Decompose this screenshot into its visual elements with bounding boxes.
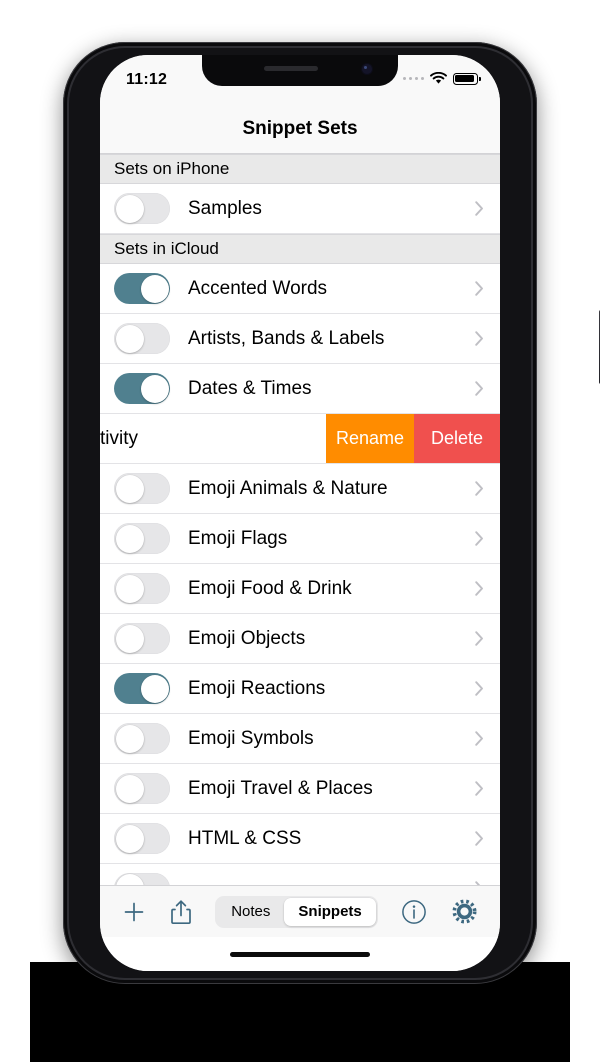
table-row[interactable]: Emoji Symbols: [100, 714, 500, 764]
bottom-toolbar: Notes Snippets: [100, 885, 500, 937]
info-button[interactable]: [401, 899, 427, 925]
section-header: Sets on iPhone: [100, 154, 500, 184]
table-row[interactable]: tivity Rename Delete: [100, 414, 500, 464]
toggle-knob: [140, 274, 169, 303]
toggle-knob: [115, 774, 144, 803]
status-bar-clock: 11:12: [126, 71, 168, 88]
add-button[interactable]: [122, 900, 146, 924]
enable-set-toggle[interactable]: [114, 823, 170, 854]
plus-icon: [124, 902, 144, 921]
toggle-knob: [140, 674, 169, 703]
battery-icon: [453, 72, 481, 85]
toggle-knob: [140, 374, 169, 403]
enable-set-toggle[interactable]: [114, 273, 170, 304]
table-row[interactable]: Dates & Times: [100, 364, 500, 414]
set-name-label: Emoji Symbols: [188, 727, 314, 749]
toggle-knob: [115, 574, 144, 603]
section-header: Sets in iCloud: [100, 234, 500, 264]
chevron-right-icon: [475, 531, 484, 546]
gear-icon: [452, 899, 477, 924]
toggle-knob: [115, 724, 144, 753]
enable-set-toggle[interactable]: [114, 623, 170, 654]
delete-button[interactable]: Delete: [414, 414, 500, 463]
toggle-knob: [115, 624, 144, 653]
enable-set-toggle[interactable]: [114, 573, 170, 604]
swipe-actions: Rename Delete: [326, 414, 500, 463]
enable-set-toggle[interactable]: [114, 872, 170, 885]
table-row[interactable]: Artists, Bands & Labels: [100, 314, 500, 364]
view-mode-segmented-control[interactable]: Notes Snippets: [215, 895, 378, 928]
segment-notes[interactable]: Notes: [217, 898, 284, 926]
enable-set-toggle[interactable]: [114, 773, 170, 804]
enable-set-toggle[interactable]: [114, 323, 170, 354]
set-name-label: Samples: [188, 197, 262, 219]
table-row[interactable]: [100, 864, 500, 885]
info-circle-icon: [402, 899, 427, 924]
home-indicator[interactable]: [230, 951, 370, 957]
chevron-right-icon: [475, 681, 484, 696]
chevron-right-icon: [475, 781, 484, 796]
snippet-sets-list[interactable]: Sets on iPhone Samples Sets in iCloud Accen…: [100, 154, 500, 885]
chevron-right-icon: [475, 481, 484, 496]
enable-set-toggle[interactable]: [114, 473, 170, 504]
set-name-label: Artists, Bands & Labels: [188, 327, 385, 349]
set-name-label: Emoji Travel & Places: [188, 777, 373, 799]
chevron-right-icon: [475, 631, 484, 646]
set-name-label: Dates & Times: [188, 377, 312, 399]
table-row[interactable]: Emoji Objects: [100, 614, 500, 664]
share-icon: [170, 899, 191, 924]
phone-screen: 11:12 Snippet Sets Sets on iPhone Samples…: [100, 55, 500, 971]
table-row[interactable]: Samples: [100, 184, 500, 234]
chevron-right-icon: [475, 731, 484, 746]
navigation-bar: Snippet Sets: [100, 105, 500, 154]
toggle-knob: [115, 824, 144, 853]
status-bar-indicators: [402, 72, 481, 85]
table-row[interactable]: Emoji Reactions: [100, 664, 500, 714]
chevron-right-icon: [475, 581, 484, 596]
earpiece-speaker: [264, 66, 318, 71]
page-title: Snippet Sets: [242, 118, 358, 139]
toggle-knob: [115, 474, 144, 503]
set-name-label: HTML & CSS: [188, 827, 302, 849]
enable-set-toggle[interactable]: [114, 723, 170, 754]
table-row[interactable]: Accented Words: [100, 264, 500, 314]
enable-set-toggle[interactable]: [114, 673, 170, 704]
share-button[interactable]: [170, 899, 192, 925]
wifi-icon: [430, 72, 447, 84]
chevron-right-icon: [475, 831, 484, 846]
toggle-knob: [115, 524, 144, 553]
table-row[interactable]: HTML & CSS: [100, 814, 500, 864]
cellular-dots-icon: [402, 76, 424, 81]
home-indicator-area: [100, 937, 500, 971]
toggle-knob: [115, 874, 144, 885]
segment-snippets[interactable]: Snippets: [284, 897, 376, 926]
table-row[interactable]: Emoji Flags: [100, 514, 500, 564]
table-row[interactable]: Emoji Travel & Places: [100, 764, 500, 814]
enable-set-toggle[interactable]: [114, 523, 170, 554]
set-name-label: Emoji Flags: [188, 527, 288, 549]
table-row[interactable]: Emoji Food & Drink: [100, 564, 500, 614]
rename-button[interactable]: Rename: [326, 414, 414, 463]
toggle-knob: [115, 324, 144, 353]
chevron-right-icon: [475, 201, 484, 216]
chevron-right-icon: [475, 331, 484, 346]
device-notch: [202, 55, 398, 86]
set-name-label: Emoji Animals & Nature: [188, 477, 388, 499]
enable-set-toggle[interactable]: [114, 373, 170, 404]
enable-set-toggle[interactable]: [114, 193, 170, 224]
settings-button[interactable]: [451, 898, 478, 925]
set-name-label: Emoji Objects: [188, 627, 306, 649]
chevron-right-icon: [475, 381, 484, 396]
toggle-knob: [115, 194, 144, 223]
front-camera-icon: [362, 64, 372, 74]
set-name-label: Emoji Reactions: [188, 677, 326, 699]
table-row[interactable]: Emoji Animals & Nature: [100, 464, 500, 514]
chevron-right-icon: [475, 281, 484, 296]
set-name-label: Emoji Food & Drink: [188, 577, 352, 599]
set-name-label: Accented Words: [188, 277, 328, 299]
